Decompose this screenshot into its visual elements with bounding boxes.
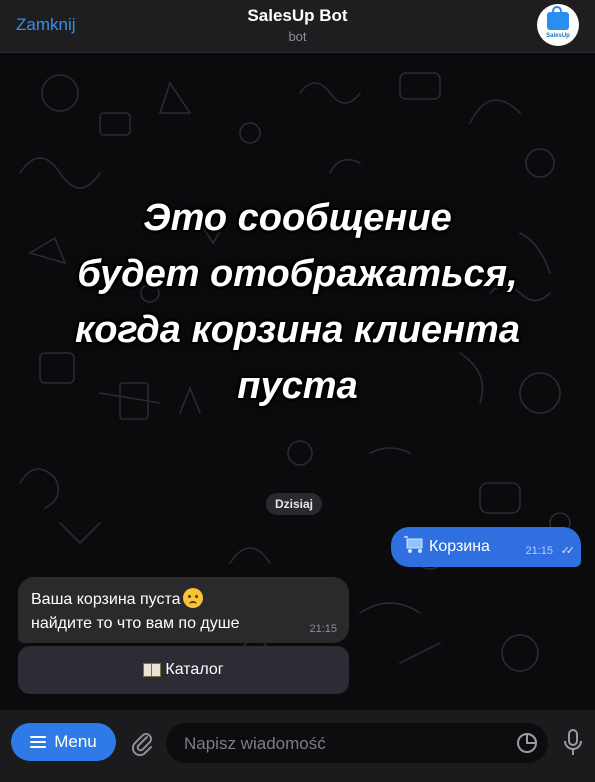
shopping-bag-icon xyxy=(547,6,569,30)
bot-avatar[interactable]: SalesUp xyxy=(537,4,579,46)
crying-face-icon xyxy=(182,588,203,608)
outgoing-message-text: Корзина xyxy=(429,538,490,555)
outgoing-message-time: 21:15 xyxy=(525,545,553,557)
read-checkmarks-icon: ✓✓ xyxy=(560,545,576,557)
shopping-cart-icon xyxy=(404,536,423,553)
book-icon xyxy=(143,663,162,677)
outgoing-message[interactable]: Корзина 21:15 ✓✓ xyxy=(391,527,581,567)
paperclip-icon[interactable] xyxy=(128,729,156,757)
caption-line: когда корзина клиента xyxy=(75,309,520,351)
empty-cart-caption: Это сообщение будет отображаться, когда … xyxy=(0,190,595,414)
incoming-message-line: найдите то что вам по душе xyxy=(31,615,240,632)
caption-line: пуста xyxy=(237,365,358,407)
bot-title: SalesUp Bot xyxy=(247,6,348,25)
bot-subtitle: bot xyxy=(288,29,307,44)
date-separator: Dzisiaj xyxy=(266,493,323,515)
message-input[interactable] xyxy=(182,723,506,765)
sticker-icon[interactable] xyxy=(516,732,538,754)
incoming-message-line: Ваша корзина пуста xyxy=(31,588,203,609)
hamburger-icon xyxy=(30,736,47,748)
incoming-message-time: 21:15 xyxy=(309,623,337,635)
chat-area[interactable]: Это сообщение будет отображаться, когда … xyxy=(0,53,595,710)
catalog-button-label: Каталог xyxy=(165,661,224,678)
message-field[interactable] xyxy=(166,723,548,765)
avatar-logo-text: SalesUp xyxy=(546,33,570,39)
catalog-button[interactable]: Каталог xyxy=(18,646,349,694)
caption-line: Это сообщение xyxy=(143,197,452,239)
menu-button[interactable]: Menu xyxy=(11,723,116,761)
incoming-message[interactable]: Ваша корзина пуста найдите то что вам по… xyxy=(18,577,349,643)
chat-header: Zamknij SalesUp Bot bot SalesUp xyxy=(0,0,595,53)
message-input-bar: Menu xyxy=(0,710,595,782)
caption-line: будет отображаться, xyxy=(77,253,518,295)
microphone-icon[interactable] xyxy=(562,728,584,758)
chat-title-block: SalesUp Bot bot xyxy=(0,6,595,44)
menu-button-label: Menu xyxy=(54,732,97,751)
